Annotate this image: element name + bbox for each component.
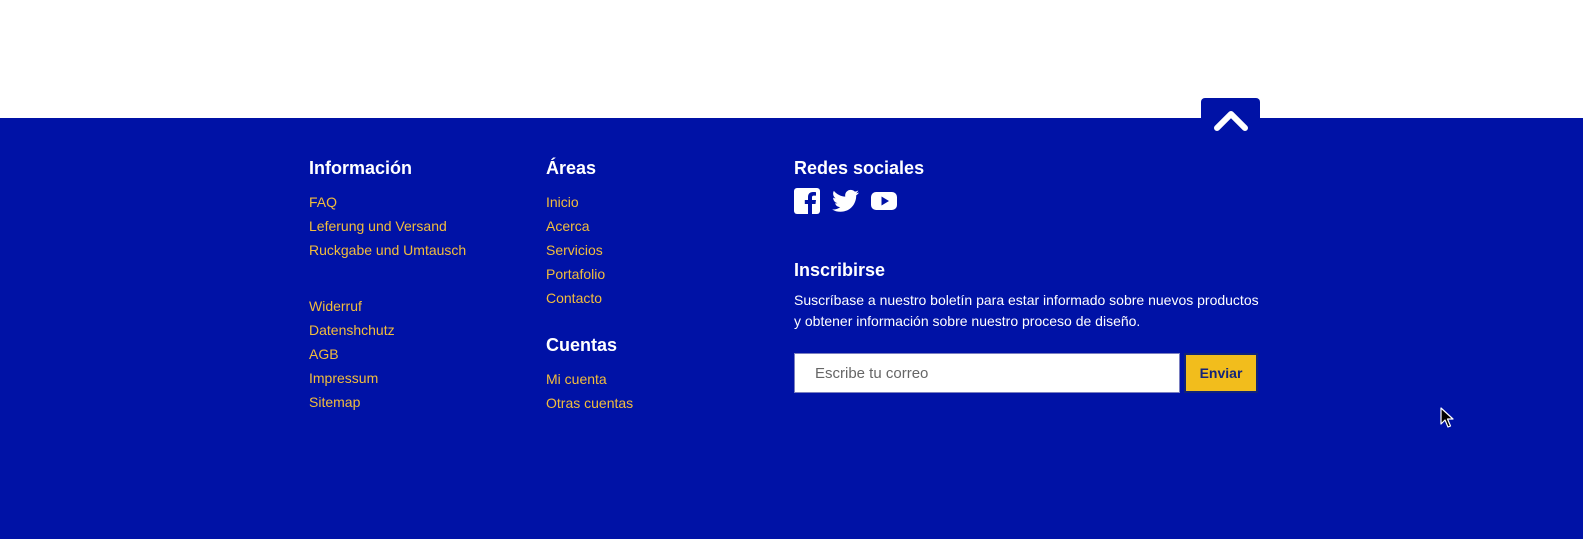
list-item: Inicio xyxy=(546,190,633,214)
link-lieferung[interactable]: Leferung und Versand xyxy=(309,218,447,234)
link-inicio[interactable]: Inicio xyxy=(546,194,579,210)
info-links-group-1: FAQ Leferung und Versand Ruckgabe und Um… xyxy=(309,190,466,262)
list-item: Mi cuenta xyxy=(546,367,633,391)
link-acerca[interactable]: Acerca xyxy=(546,218,590,234)
subscribe-description: Suscríbase a nuestro boletín para estar … xyxy=(794,292,1259,329)
accounts-title: Cuentas xyxy=(546,335,618,355)
list-item: Sitemap xyxy=(309,390,466,414)
subscribe-form: Enviar xyxy=(794,353,1264,393)
twitter-icon[interactable] xyxy=(832,189,859,213)
link-sitemap[interactable]: Sitemap xyxy=(309,394,360,410)
list-item: Datenshchutz xyxy=(309,318,466,342)
list-item: AGB xyxy=(309,342,466,366)
mouse-cursor-icon xyxy=(1440,407,1454,434)
list-item: Leferung und Versand xyxy=(309,214,466,238)
link-contacto[interactable]: Contacto xyxy=(546,290,602,306)
list-item: Impressum xyxy=(309,366,466,390)
social-column: Redes sociales Inscribirse Suscríbase a … xyxy=(794,158,1264,393)
chevron-up-icon xyxy=(1213,108,1249,137)
list-item: Widerruf xyxy=(309,294,466,318)
areas-column: Áreas Inicio Acerca Servicios Portafolio… xyxy=(546,158,633,415)
info-column: Información FAQ Leferung und Versand Ruc… xyxy=(309,158,466,414)
facebook-icon[interactable] xyxy=(794,188,820,214)
social-title: Redes sociales xyxy=(794,158,925,178)
list-item: Servicios xyxy=(546,238,633,262)
send-button[interactable]: Enviar xyxy=(1184,353,1258,393)
list-item: Portafolio xyxy=(546,262,633,286)
link-otras-cuentas[interactable]: Otras cuentas xyxy=(546,395,633,411)
info-title: Información xyxy=(309,158,413,178)
link-mi-cuenta[interactable]: Mi cuenta xyxy=(546,371,607,387)
list-item: FAQ xyxy=(309,190,466,214)
accounts-links: Mi cuenta Otras cuentas xyxy=(546,367,633,415)
link-agb[interactable]: AGB xyxy=(309,346,339,362)
list-item: Ruckgabe und Umtausch xyxy=(309,238,466,262)
list-item: Otras cuentas xyxy=(546,391,633,415)
back-to-top-button[interactable] xyxy=(1201,98,1260,146)
link-portafolio[interactable]: Portafolio xyxy=(546,266,605,282)
link-servicios[interactable]: Servicios xyxy=(546,242,603,258)
areas-title: Áreas xyxy=(546,158,597,178)
list-item: Acerca xyxy=(546,214,633,238)
site-footer xyxy=(0,118,1583,539)
youtube-icon[interactable] xyxy=(871,191,897,211)
info-links-group-2: Widerruf Datenshchutz AGB Impressum Site… xyxy=(309,294,466,414)
subscribe-title: Inscribirse xyxy=(794,260,886,280)
link-faq[interactable]: FAQ xyxy=(309,194,337,210)
email-input[interactable] xyxy=(794,353,1180,393)
link-datenschutz[interactable]: Datenshchutz xyxy=(309,322,395,338)
link-widerruf[interactable]: Widerruf xyxy=(309,298,362,314)
areas-links: Inicio Acerca Servicios Portafolio Conta… xyxy=(546,190,633,310)
social-icons xyxy=(794,188,1264,214)
link-rueckgabe[interactable]: Ruckgabe und Umtausch xyxy=(309,242,466,258)
list-item: Contacto xyxy=(546,286,633,310)
link-impressum[interactable]: Impressum xyxy=(309,370,378,386)
